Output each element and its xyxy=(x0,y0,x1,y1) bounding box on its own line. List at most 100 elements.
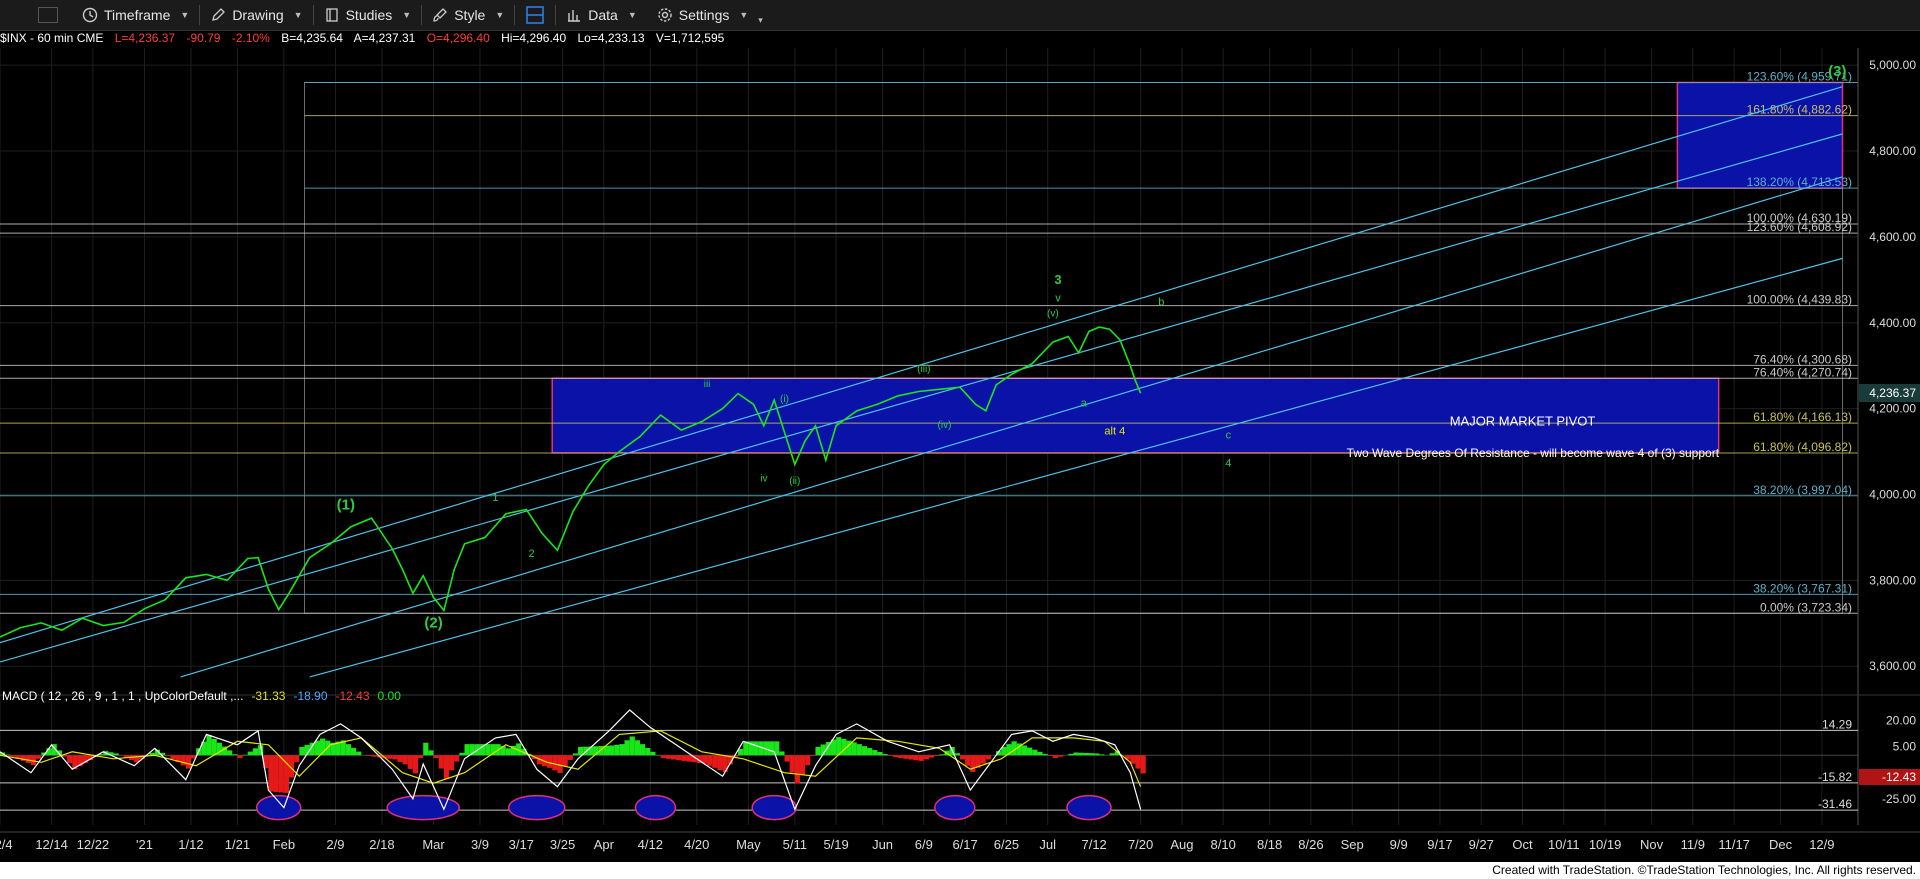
time-axis-tick: 3/25 xyxy=(550,837,575,852)
wave-label: (1) xyxy=(337,497,355,514)
macd-histogram-bar xyxy=(789,755,795,773)
macd-histogram-bar xyxy=(170,755,176,760)
wave-label: iv xyxy=(760,474,767,485)
macd-histogram-bar xyxy=(851,742,857,756)
time-axis-tick: 3/17 xyxy=(509,837,534,852)
macd-histogram-bar xyxy=(10,755,16,757)
trend-channel-line xyxy=(309,257,1843,678)
macd-histogram-bar xyxy=(113,753,119,756)
macd-last-marker-label: -12.43 xyxy=(1882,770,1916,784)
time-axis-tick: 6/9 xyxy=(915,837,933,852)
macd-histogram-bar xyxy=(954,753,960,756)
macd-histogram-bar xyxy=(165,755,171,756)
macd-histogram-bar xyxy=(861,746,868,756)
macd-histogram-bar xyxy=(918,755,924,761)
time-axis-tick: 10/11 xyxy=(1548,837,1580,852)
fib-level-label: 0.00% (3,723.34) xyxy=(1760,600,1852,614)
macd-histogram-bar xyxy=(1130,755,1136,764)
macd-histogram-bar xyxy=(1109,753,1115,756)
macd-histogram-bar xyxy=(743,741,749,756)
macd-histogram-bar xyxy=(547,755,553,768)
wave-label: 1 xyxy=(492,492,498,504)
macd-histogram-bar xyxy=(1052,755,1059,759)
time-axis-tick: 1/21 xyxy=(225,837,250,852)
macd-axis-tick: 5.00 xyxy=(1893,740,1917,754)
time-axis-tick: Sep xyxy=(1341,837,1364,852)
macd-histogram-bar xyxy=(794,755,800,784)
macd-histogram-bar xyxy=(923,755,929,760)
macd-histogram-bar xyxy=(810,755,816,757)
macd-histogram-bar xyxy=(412,755,419,774)
time-axis-tick: 5/11 xyxy=(783,837,807,852)
macd-histogram-bar xyxy=(1073,752,1079,756)
price-axis-tick: 4,400.00 xyxy=(1869,316,1916,330)
time-axis-tick: 12/9 xyxy=(1809,837,1834,852)
macd-histogram-bar xyxy=(433,755,439,759)
time-axis-tick: 11/17 xyxy=(1718,837,1750,852)
fib-level-label: 76.40% (4,270.74) xyxy=(1753,365,1852,379)
macd-histogram-bar xyxy=(712,755,718,768)
macd-histogram-bar xyxy=(459,752,465,756)
macd-level-label: -31.46 xyxy=(1818,797,1852,811)
macd-histogram-bar xyxy=(387,755,393,759)
macd-histogram-bar xyxy=(572,753,579,756)
time-axis-tick: 8/26 xyxy=(1298,837,1323,852)
wave-label: (i) xyxy=(780,394,789,405)
time-axis-tick: 3/9 xyxy=(471,837,489,852)
macd-histogram-bar xyxy=(1021,745,1028,756)
macd-histogram-bar xyxy=(856,744,862,756)
macd-histogram-bar xyxy=(908,755,914,760)
macd-histogram-bar xyxy=(887,755,893,756)
macd-histogram-bar xyxy=(443,755,450,779)
macd-histogram-bar xyxy=(356,751,362,756)
macd-level-label: 14.29 xyxy=(1822,717,1852,731)
time-axis-tick: 5/19 xyxy=(823,837,848,852)
macd-histogram-bar xyxy=(67,755,73,763)
time-axis-tick: 10/19 xyxy=(1589,837,1622,852)
price-axis-tick: 3,800.00 xyxy=(1869,573,1916,587)
macd-histogram-bar xyxy=(464,744,470,756)
macd-histogram-bar xyxy=(815,746,821,756)
macd-histogram-bar xyxy=(402,755,408,765)
macd-histogram-bar xyxy=(877,752,883,756)
macd-legend-value: MACD ( 12 , 26 , 9 , 1 , 1 , UpColorDefa… xyxy=(2,689,243,703)
time-axis-tick: 6/17 xyxy=(952,837,977,852)
macd-histogram-bar xyxy=(929,755,935,758)
macd-histogram-bar xyxy=(624,740,630,756)
macd-histogram-bar xyxy=(505,748,511,756)
macd-histogram-bar xyxy=(1027,747,1033,756)
macd-histogram-bar xyxy=(273,755,279,793)
macd-histogram-bar xyxy=(629,736,635,756)
macd-highlight-ellipse xyxy=(508,794,566,821)
macd-histogram-bar xyxy=(707,755,713,766)
macd-histogram-bar xyxy=(799,755,806,775)
price-chart[interactable]: 123.60% (4,959.71)161.80% (4,882.62)138.… xyxy=(0,0,1920,862)
time-axis-tick: 7/12 xyxy=(1081,837,1106,852)
macd-histogram-bar xyxy=(206,735,212,756)
macd-histogram-bar xyxy=(407,755,413,769)
macd-histogram-bar xyxy=(552,755,558,771)
macd-histogram-bar xyxy=(670,755,677,760)
time-axis-tick: 6/25 xyxy=(994,837,1019,852)
macd-histogram-bar xyxy=(36,755,42,759)
macd-histogram-bar xyxy=(614,744,620,756)
macd-histogram-bar xyxy=(1083,752,1089,756)
macd-histogram-bar xyxy=(980,755,986,764)
time-axis-tick: Mar xyxy=(422,837,445,852)
time-axis-tick: Dec xyxy=(1769,837,1793,852)
macd-histogram-bar xyxy=(252,748,259,756)
price-axis-tick: 5,000.00 xyxy=(1869,58,1916,72)
macd-highlight-ellipse xyxy=(255,794,302,821)
time-axis-tick: 4/12 xyxy=(638,837,663,852)
time-axis-tick: 2/18 xyxy=(369,837,394,852)
time-axis-tick: 8/18 xyxy=(1257,837,1282,852)
macd-histogram-bar xyxy=(397,755,403,762)
macd-histogram-bar xyxy=(872,750,878,756)
macd-histogram-bar xyxy=(913,755,919,761)
price-axis-tick: 3,600.00 xyxy=(1869,659,1916,673)
macd-histogram-bar xyxy=(299,746,305,756)
macd-histogram-bar xyxy=(779,751,785,756)
macd-histogram-bar xyxy=(567,755,573,760)
wave-label: (2) xyxy=(424,615,442,632)
wave-label: (v) xyxy=(1047,308,1059,319)
